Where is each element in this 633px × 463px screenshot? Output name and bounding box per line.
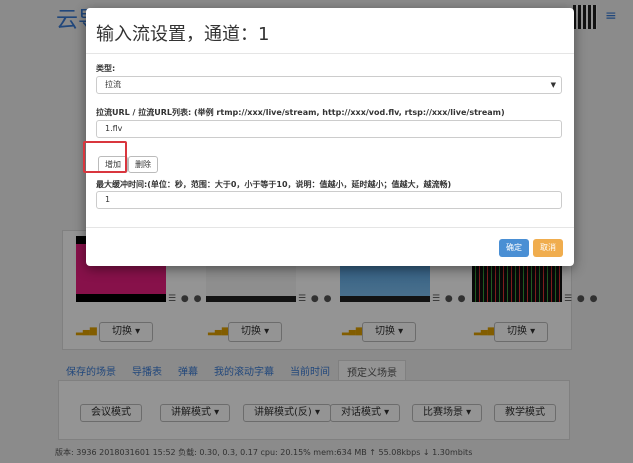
type-label: 类型: xyxy=(96,64,116,73)
divider xyxy=(86,227,574,228)
input-stream-settings-dialog: 输入流设置，通道：1 类型: 拉流 ▼ 拉流URL / 拉流URL列表: (举例… xyxy=(86,8,574,266)
cancel-button[interactable]: 取消 xyxy=(533,239,563,257)
divider xyxy=(86,53,574,54)
confirm-button[interactable]: 确定 xyxy=(499,239,529,257)
caret-down-icon: ▼ xyxy=(550,81,556,89)
buffer-time-label: 最大缓冲时间:(单位：秒，范围：大于0，小于等于10，说明：值越小，延时越小；值… xyxy=(96,180,452,189)
buffer-time-input[interactable]: 1 xyxy=(96,191,562,209)
type-select[interactable]: 拉流 ▼ xyxy=(96,76,562,94)
type-select-value: 拉流 xyxy=(105,80,121,89)
pull-url-label: 拉流URL / 拉流URL列表: (举例 rtmp://xxx/live/str… xyxy=(96,108,505,117)
pull-url-input[interactable]: 1.flv xyxy=(96,120,562,138)
delete-button[interactable]: 删除 xyxy=(128,156,158,173)
add-button-highlight xyxy=(83,141,127,173)
dialog-title: 输入流设置，通道：1 xyxy=(96,24,270,45)
